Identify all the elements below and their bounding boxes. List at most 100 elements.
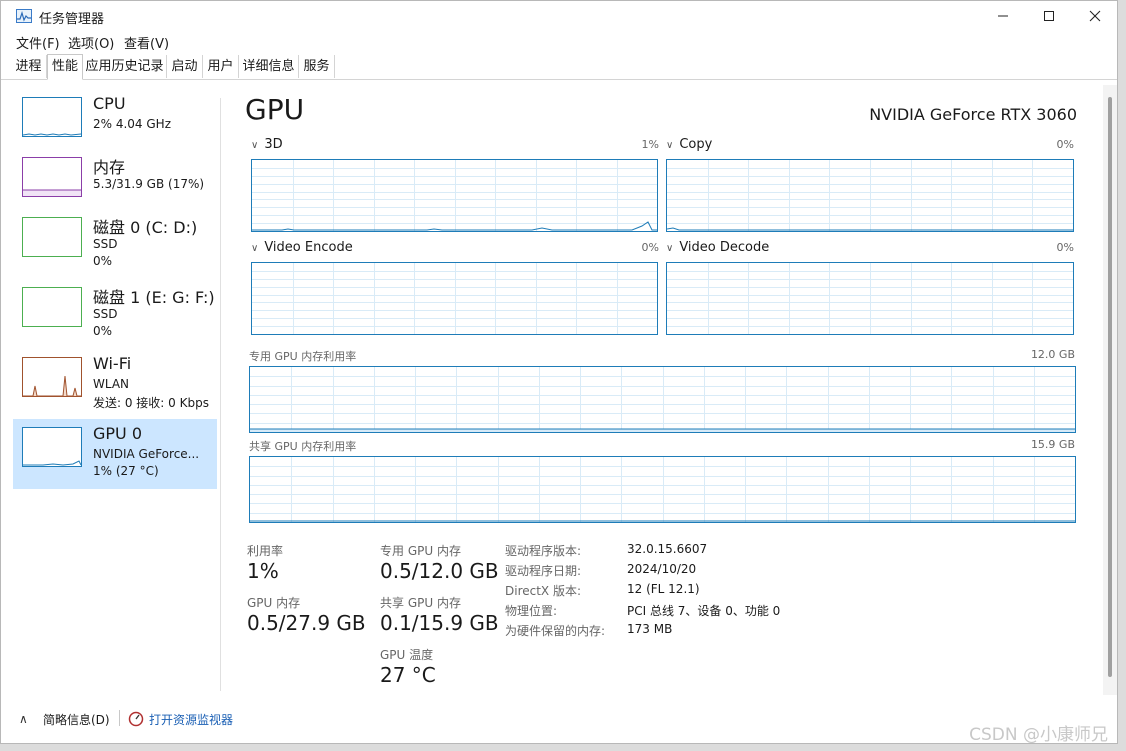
footer: ∧ 简略信息(D) 打开资源监视器 — [1, 701, 1117, 741]
sidebar-item-name: GPU 0 — [93, 424, 143, 443]
physical-location-key: 物理位置: — [505, 604, 558, 618]
utilization-label: 利用率 — [247, 544, 284, 558]
less-details-link[interactable]: 简略信息(D) — [43, 711, 110, 728]
open-resource-monitor-link[interactable]: 打开资源监视器 — [149, 711, 233, 728]
sidebar-item-detail: 2% 4.04 GHz — [93, 117, 172, 131]
maximize-icon — [1044, 11, 1054, 21]
gpu-memory-label: GPU 内存 — [247, 596, 301, 610]
wifi-thumbnail-chart — [23, 375, 81, 396]
memory-thumbnail — [22, 157, 82, 197]
sidebar-item-detail: 5.3/31.9 GB (17%) — [93, 177, 205, 191]
shared-mem-graph — [249, 456, 1076, 523]
engine-copy-label[interactable]: ∨ Copy — [666, 137, 712, 152]
footer-divider — [119, 710, 120, 726]
gpu0-thumbnail — [22, 427, 82, 467]
sidebar-item-gpu0[interactable]: GPU 0 NVIDIA GeForce... 1% (27 °C) — [13, 419, 217, 489]
chevron-down-icon: ∨ — [666, 140, 674, 151]
dedicated-mem-label: 专用 GPU 内存利用率 — [249, 350, 357, 363]
gpu-temperature-label: GPU 温度 — [380, 648, 434, 662]
shared-memory-value: 0.1/15.9 GB — [380, 611, 499, 635]
memory-thumbnail-chart — [23, 189, 81, 196]
sidebar-item-usage: 1% (27 °C) — [93, 464, 159, 478]
engine-encode-graph — [251, 262, 658, 335]
engine-decode-graph — [666, 262, 1074, 335]
gpu-model-name: NVIDIA GeForce RTX 3060 — [869, 105, 1077, 124]
dedicated-mem-fill — [250, 428, 1075, 432]
watermark: CSDN @小康师兄 — [969, 725, 1108, 745]
tab-services[interactable]: 服务 — [299, 55, 335, 78]
engine-copy-line — [667, 227, 1073, 231]
tab-processes[interactable]: 进程 — [11, 55, 47, 78]
sidebar-divider — [220, 98, 221, 691]
chevron-down-icon: ∨ — [251, 140, 259, 151]
close-button[interactable] — [1072, 1, 1117, 31]
tab-performance[interactable]: 性能 — [47, 54, 83, 80]
disk0-thumbnail — [22, 217, 82, 257]
sidebar-item-detail: WLAN — [93, 377, 130, 391]
shared-mem-label: 共享 GPU 内存利用率 — [249, 440, 357, 453]
dedicated-mem-max: 12.0 GB — [1030, 348, 1075, 361]
title-bar: 任务管理器 — [1, 1, 1117, 31]
sidebar-item-name: 磁盘 1 (E: G: F:) — [93, 288, 215, 307]
driver-version-key: 驱动程序版本: — [505, 544, 582, 558]
vertical-scrollbar[interactable] — [1103, 85, 1117, 695]
close-icon — [1089, 10, 1101, 22]
sidebar-item-name: Wi-Fi — [93, 354, 132, 373]
engine-decode-label[interactable]: ∨ Video Decode — [666, 240, 769, 255]
chevron-up-icon[interactable]: ∧ — [19, 712, 28, 726]
engine-encode-grid — [252, 263, 657, 334]
sidebar-item-usage: 0% — [93, 324, 113, 338]
disk1-thumbnail — [22, 287, 82, 327]
sidebar-item-disk0[interactable]: 磁盘 0 (C: D:) SSD 0% — [13, 209, 217, 279]
menu-bar: 文件(F) 选项(O) 查看(V) — [1, 31, 1117, 52]
utilization-value: 1% — [247, 559, 279, 583]
shared-mem-fill — [250, 520, 1075, 522]
sidebar-item-name: 磁盘 0 (C: D:) — [93, 218, 198, 237]
sidebar-item-wifi[interactable]: Wi-Fi WLAN 发送: 0 接收: 0 Kbps — [13, 349, 217, 419]
menu-file[interactable]: 文件(F) — [16, 33, 60, 52]
menu-view[interactable]: 查看(V) — [124, 33, 169, 52]
tab-startup[interactable]: 启动 — [167, 55, 203, 78]
reserved-memory-key: 为硬件保留的内存: — [505, 624, 606, 638]
tab-app-history[interactable]: 应用历史记录 — [83, 55, 167, 78]
sidebar-item-name: CPU — [93, 94, 126, 113]
tab-users[interactable]: 用户 — [203, 55, 239, 78]
engine-copy-graph — [666, 159, 1074, 232]
tab-bar: 进程 性能 应用历史记录 启动 用户 详细信息 服务 — [1, 53, 1117, 80]
sidebar-item-detail: SSD — [93, 307, 118, 321]
engine-encode-label[interactable]: ∨ Video Encode — [251, 240, 353, 255]
sidebar-item-name: 内存 — [93, 158, 126, 177]
window-title: 任务管理器 — [39, 12, 105, 27]
wifi-thumbnail — [22, 357, 82, 397]
chevron-down-icon: ∨ — [251, 243, 259, 254]
sidebar-item-usage: 0% — [93, 254, 113, 268]
tab-details[interactable]: 详细信息 — [239, 55, 299, 78]
sidebar-item-disk1[interactable]: 磁盘 1 (E: G: F:) SSD 0% — [13, 279, 217, 349]
directx-version-value: 12 (FL 12.1) — [627, 582, 700, 596]
engine-copy-percent: 0% — [1056, 138, 1074, 151]
sidebar-item-throughput: 发送: 0 接收: 0 Kbps — [93, 396, 209, 410]
menu-options[interactable]: 选项(O) — [68, 33, 114, 52]
physical-location-value: PCI 总线 7、设备 0、功能 0 — [627, 604, 781, 618]
gpu-temperature-value: 27 °C — [380, 663, 436, 687]
sidebar-item-detail: NVIDIA GeForce... — [93, 447, 200, 461]
task-manager-icon — [16, 9, 32, 23]
task-manager-window: 任务管理器 文件(F) 选项(O) 查看(V) 进程 性能 应用历史记录 启动 … — [0, 0, 1118, 744]
dedicated-memory-value: 0.5/12.0 GB — [380, 559, 499, 583]
cpu-thumbnail — [22, 97, 82, 137]
driver-version-value: 32.0.15.6607 — [627, 542, 708, 556]
engine-encode-percent: 0% — [641, 241, 659, 254]
minimize-button[interactable] — [980, 1, 1026, 31]
engine-3d-percent: 1% — [641, 138, 659, 151]
gpu0-thumbnail-chart — [23, 460, 81, 466]
minimize-icon — [998, 15, 1008, 17]
engine-3d-graph — [251, 159, 658, 232]
directx-version-key: DirectX 版本: — [505, 584, 582, 598]
cpu-thumbnail-chart — [23, 133, 81, 136]
scrollbar-thumb[interactable] — [1108, 97, 1112, 677]
maximize-button[interactable] — [1026, 1, 1072, 31]
engine-decode-percent: 0% — [1056, 241, 1074, 254]
page-title: GPU — [245, 93, 305, 126]
driver-date-key: 驱动程序日期: — [505, 564, 582, 578]
engine-3d-label[interactable]: ∨ 3D — [251, 137, 283, 152]
